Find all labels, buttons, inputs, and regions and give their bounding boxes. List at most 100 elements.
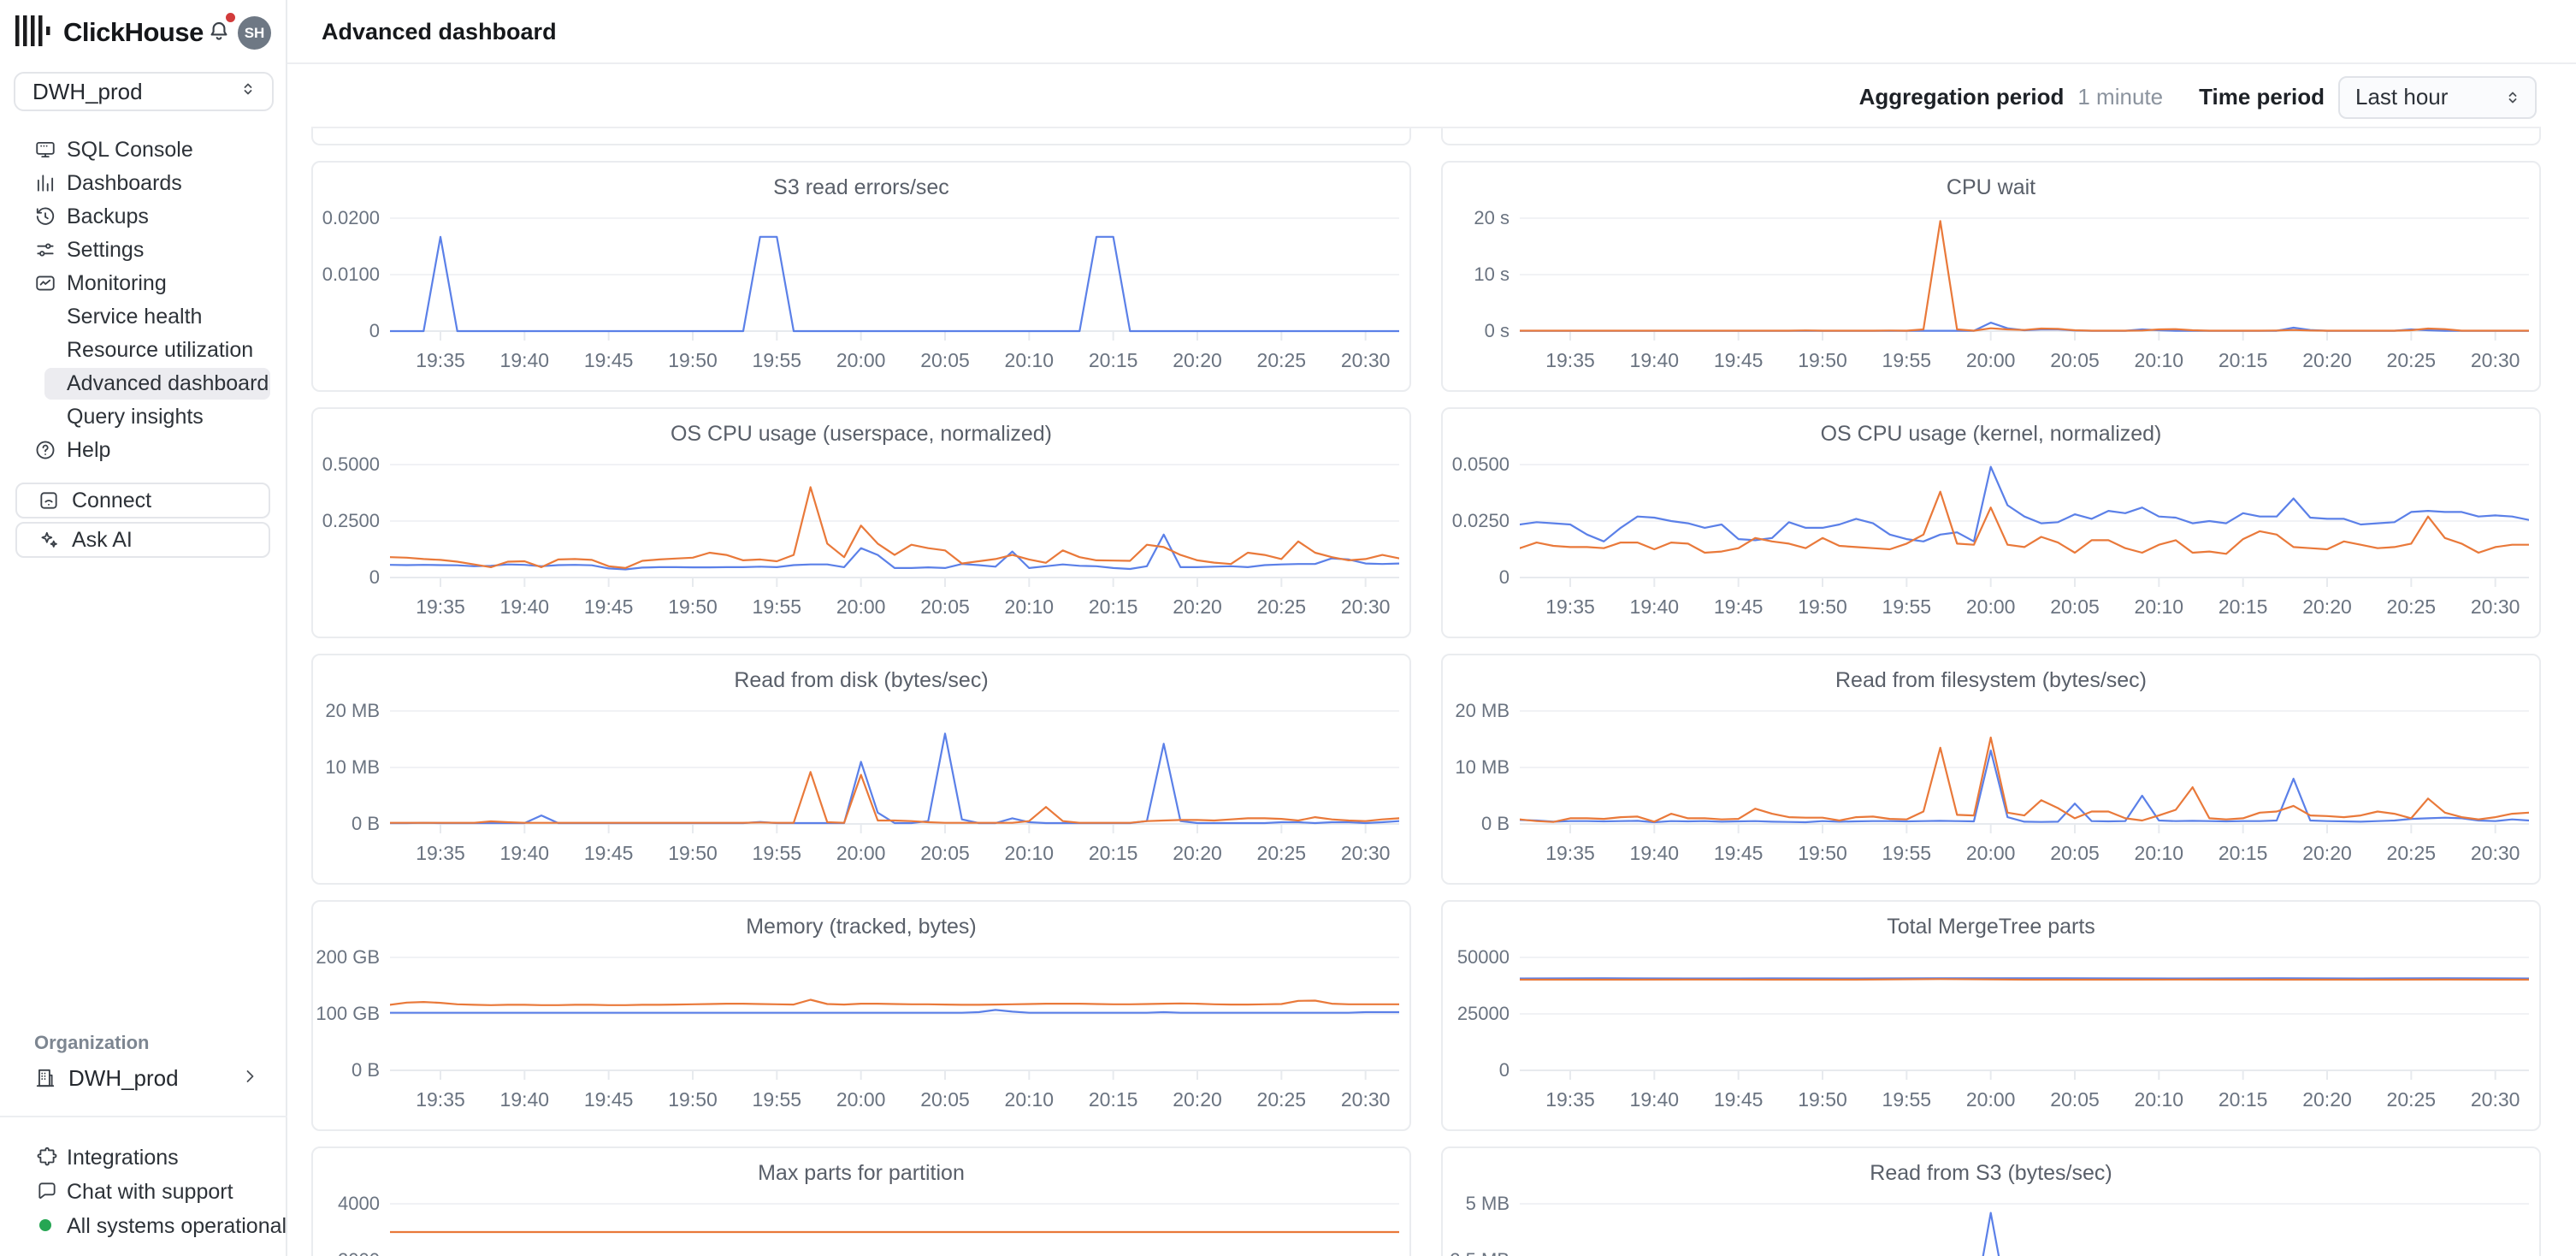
y-axis-tick-label: 0.0200 bbox=[313, 207, 380, 229]
x-axis-tick-label: 19:35 bbox=[1529, 842, 1611, 865]
chart-card-read-from-s3: Read from S3 (bytes/sec)5 MB2.5 MB0 B19:… bbox=[1441, 1146, 2541, 1256]
x-axis-tick-label: 19:55 bbox=[736, 595, 818, 619]
chart-plot-total-mergetree-parts[interactable] bbox=[1520, 957, 2529, 1081]
chart-plot-s3-read-errors[interactable] bbox=[390, 217, 1399, 342]
time-period-value: Last hour bbox=[2355, 84, 2448, 110]
sidebar-item-monitoring[interactable]: Monitoring bbox=[0, 267, 287, 300]
chart-plot-os-cpu-userspace[interactable] bbox=[390, 464, 1399, 589]
page-title: Advanced dashboard bbox=[322, 19, 557, 45]
x-axis-tick-label: 19:35 bbox=[399, 842, 482, 865]
sidebar-item-advanced-dashboard[interactable]: Advanced dashboard bbox=[0, 367, 287, 400]
x-axis-tick-label: 20:25 bbox=[2370, 595, 2452, 619]
settings-icon bbox=[34, 239, 56, 261]
x-axis-tick-label: 19:40 bbox=[483, 842, 565, 865]
x-axis-tick-label: 20:25 bbox=[2370, 842, 2452, 865]
connect-icon bbox=[38, 489, 60, 512]
building-icon bbox=[34, 1067, 56, 1089]
chart-plot-read-from-disk[interactable] bbox=[390, 710, 1399, 835]
brand-name: ClickHouse bbox=[63, 17, 204, 48]
footer-item-label: All systems operational bbox=[67, 1214, 287, 1239]
x-axis-tick-label: 20:25 bbox=[1240, 349, 1322, 372]
x-axis-tick-label: 19:40 bbox=[1613, 1088, 1695, 1111]
y-axis-tick-label: 20 MB bbox=[1443, 700, 1510, 722]
y-axis-tick-label: 0.0100 bbox=[313, 264, 380, 286]
chart-series-series-2 bbox=[1520, 979, 2529, 980]
x-axis-tick-label: 19:50 bbox=[652, 1088, 734, 1111]
sql-console-icon bbox=[34, 139, 56, 161]
y-axis-tick-label: 0 B bbox=[313, 1059, 380, 1081]
x-axis-tick-label: 19:45 bbox=[568, 1088, 650, 1111]
chart-title: OS CPU usage (kernel, normalized) bbox=[1443, 422, 2539, 447]
x-axis-tick-label: 20:20 bbox=[2286, 595, 2368, 619]
x-axis-tick-label: 20:20 bbox=[2286, 1088, 2368, 1111]
x-axis-tick-label: 19:35 bbox=[399, 1088, 482, 1111]
chart-series-series-1 bbox=[390, 733, 1399, 823]
chart-plot-memory-tracked[interactable] bbox=[390, 957, 1399, 1081]
x-axis-tick-label: 20:10 bbox=[2118, 1088, 2200, 1111]
footer-item-chat-with-support[interactable]: Chat with support bbox=[0, 1176, 287, 1208]
x-axis-tick-label: 19:55 bbox=[736, 1088, 818, 1111]
organization-section-label: Organization bbox=[34, 1032, 149, 1054]
organization-item[interactable]: DWH_prod bbox=[0, 1059, 287, 1097]
x-axis-tick-label: 20:20 bbox=[1156, 1088, 1238, 1111]
chevron-up-down-icon bbox=[238, 79, 258, 105]
x-axis-tick-label: 20:10 bbox=[2118, 842, 2200, 865]
sidebar-item-query-insights[interactable]: Query insights bbox=[0, 400, 287, 434]
y-axis-tick-label: 0.2500 bbox=[313, 510, 380, 532]
chart-plot-read-from-filesystem[interactable] bbox=[1520, 710, 2529, 835]
chart-title: Read from S3 (bytes/sec) bbox=[1443, 1161, 2539, 1186]
chart-series-series-2 bbox=[1520, 221, 2529, 330]
sidebar-item-service-health[interactable]: Service health bbox=[0, 300, 287, 334]
sidebar-item-dashboards[interactable]: Dashboards bbox=[0, 167, 287, 200]
chart-card-read-from-disk: Read from disk (bytes/sec)20 MB10 MB0 B1… bbox=[311, 654, 1411, 885]
x-axis-tick-label: 20:05 bbox=[904, 595, 986, 619]
x-axis-tick-label: 20:15 bbox=[1072, 842, 1155, 865]
y-axis-tick-label: 0.5000 bbox=[313, 453, 380, 476]
y-axis-tick-label: 0 B bbox=[1443, 813, 1510, 835]
sidebar-item-settings[interactable]: Settings bbox=[0, 234, 287, 267]
x-axis-tick-label: 19:45 bbox=[1698, 349, 1780, 372]
x-axis-tick-label: 20:15 bbox=[1072, 1088, 1155, 1111]
time-period-select[interactable]: Last hour bbox=[2338, 76, 2537, 119]
x-axis-tick-label: 20:15 bbox=[2202, 842, 2284, 865]
x-axis-tick-label: 20:20 bbox=[1156, 349, 1238, 372]
x-axis-tick-label: 20:15 bbox=[2202, 349, 2284, 372]
service-selector[interactable]: DWH_prod bbox=[14, 72, 274, 111]
y-axis-tick-label: 10 MB bbox=[313, 756, 380, 779]
x-axis-tick-label: 19:50 bbox=[652, 349, 734, 372]
x-axis-tick-label: 19:35 bbox=[1529, 349, 1611, 372]
time-period-label: Time period bbox=[2199, 84, 2325, 110]
x-axis-tick-label: 20:25 bbox=[1240, 842, 1322, 865]
x-axis-tick-label: 20:30 bbox=[1325, 842, 1407, 865]
sidebar-item-resource-utilization[interactable]: Resource utilization bbox=[0, 334, 287, 367]
chart-plot-max-parts-for-partition[interactable] bbox=[390, 1203, 1399, 1256]
chart-title: OS CPU usage (userspace, normalized) bbox=[313, 422, 1409, 447]
chart-plot-os-cpu-kernel[interactable] bbox=[1520, 464, 2529, 589]
x-axis-tick-label: 19:55 bbox=[736, 349, 818, 372]
sidebar-item-backups[interactable]: Backups bbox=[0, 200, 287, 234]
avatar[interactable]: SH bbox=[238, 16, 271, 50]
y-axis-tick-label: 0.0250 bbox=[1443, 510, 1510, 532]
footer-item-integrations[interactable]: Integrations bbox=[0, 1141, 287, 1174]
x-axis-tick-label: 20:15 bbox=[2202, 595, 2284, 619]
y-axis-tick-label: 10 s bbox=[1443, 264, 1510, 286]
chart-plot-read-from-s3[interactable] bbox=[1520, 1203, 2529, 1256]
sidebar-item-help[interactable]: Help bbox=[0, 434, 287, 467]
chart-series-series-1 bbox=[390, 237, 1399, 331]
connect-button[interactable]: Connect bbox=[15, 483, 270, 518]
y-axis-tick-label: 20 s bbox=[1443, 207, 1510, 229]
puzzle-icon bbox=[36, 1146, 57, 1167]
y-axis-tick-label: 100 GB bbox=[313, 1003, 380, 1025]
x-axis-tick-label: 19:55 bbox=[1865, 595, 1947, 619]
x-axis-tick-label: 20:30 bbox=[1325, 595, 1407, 619]
x-axis-tick-label: 19:40 bbox=[1613, 349, 1695, 372]
x-axis-tick-label: 20:25 bbox=[1240, 1088, 1322, 1111]
ask-ai-button[interactable]: Ask AI bbox=[15, 522, 270, 558]
x-axis-tick-label: 19:45 bbox=[1698, 1088, 1780, 1111]
sidebar-item-sql-console[interactable]: SQL Console bbox=[0, 133, 287, 167]
footer-item-all-systems-operational[interactable]: All systems operational bbox=[0, 1210, 287, 1242]
y-axis-tick-label: 200 GB bbox=[313, 946, 380, 969]
chat-icon bbox=[36, 1180, 57, 1201]
x-axis-tick-label: 20:00 bbox=[820, 842, 902, 865]
chart-plot-cpu-wait[interactable] bbox=[1520, 217, 2529, 342]
